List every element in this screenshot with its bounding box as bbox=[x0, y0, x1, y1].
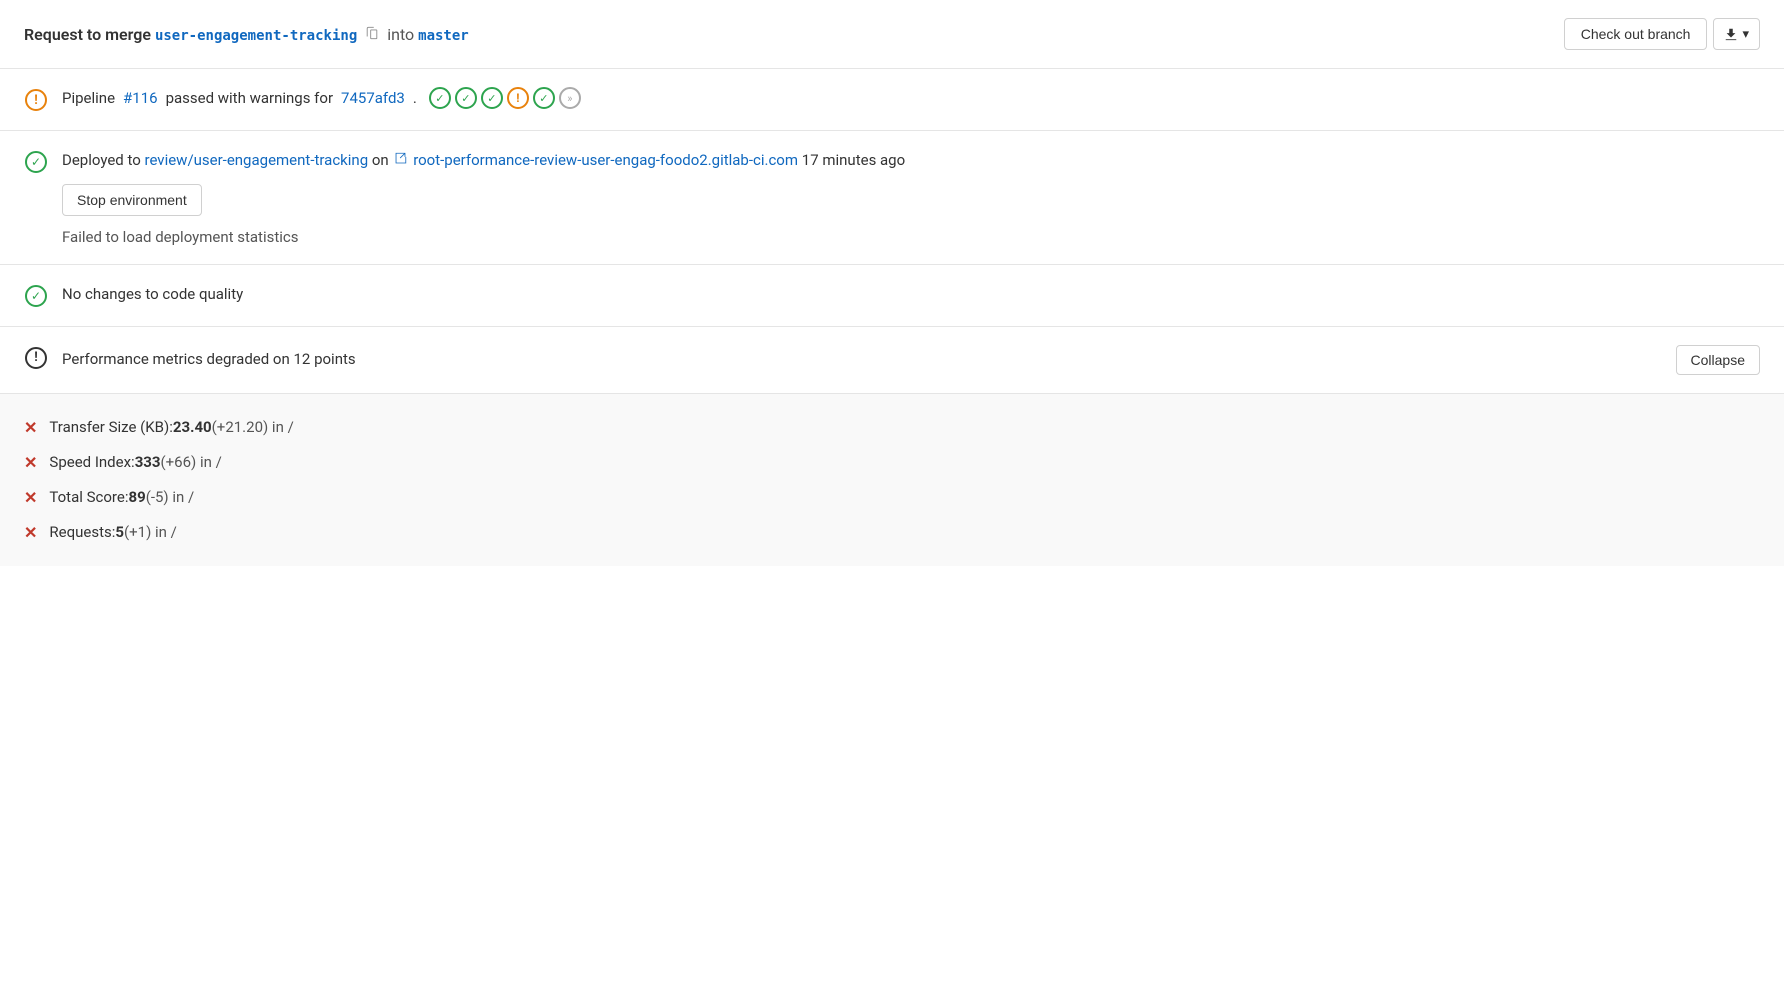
commit-link[interactable]: 7457afd3 bbox=[341, 89, 405, 107]
metric-x-icon-3: ✕ bbox=[24, 488, 37, 507]
copy-icon[interactable] bbox=[365, 26, 379, 40]
deploy-check-icon: ✓ bbox=[24, 150, 48, 174]
pipeline-prefix: Pipeline bbox=[62, 89, 115, 107]
pipeline-row: ! Pipeline #116 passed with warnings for… bbox=[24, 87, 1760, 112]
performance-content: Performance metrics degraded on 12 point… bbox=[62, 345, 1760, 375]
metric-row-score: ✕ Total Score:89(-5) in / bbox=[24, 480, 1760, 515]
pipeline-warn-icon: ! bbox=[24, 88, 48, 112]
metric-label-2: Speed Index:333(+66) in / bbox=[49, 453, 221, 471]
failed-text: Failed to load deployment statistics bbox=[62, 228, 1760, 246]
pipeline-middle: passed with warnings for bbox=[166, 89, 333, 107]
pipeline-section: ! Pipeline #116 passed with warnings for… bbox=[0, 69, 1784, 131]
stop-env-wrapper: Stop environment bbox=[62, 172, 1760, 216]
metric-row-speed: ✕ Speed Index:333(+66) in / bbox=[24, 445, 1760, 480]
pipeline-icon-3[interactable]: ✓ bbox=[481, 87, 503, 109]
pipeline-suffix: . bbox=[413, 89, 417, 107]
external-link-icon bbox=[394, 152, 407, 165]
metric-row-transfer: ✕ Transfer Size (KB):23.40(+21.20) in / bbox=[24, 410, 1760, 445]
code-quality-content: No changes to code quality bbox=[62, 283, 1760, 306]
into-text: into bbox=[387, 25, 414, 44]
deploy-url-link[interactable]: root-performance-review-user-engag-foodo… bbox=[413, 151, 798, 169]
merge-prefix: Request to merge bbox=[24, 25, 151, 44]
metrics-section: ✕ Transfer Size (KB):23.40(+21.20) in / … bbox=[0, 394, 1784, 566]
download-icon bbox=[1724, 27, 1738, 41]
page-wrapper: Request to merge user-engagement-trackin… bbox=[0, 0, 1784, 566]
pipeline-icon-2[interactable]: ✓ bbox=[455, 87, 477, 109]
checkout-button[interactable]: Check out branch bbox=[1564, 18, 1708, 50]
performance-icon: ! bbox=[24, 346, 48, 370]
deploy-time: 17 minutes ago bbox=[802, 151, 905, 169]
performance-section: ! Performance metrics degraded on 12 poi… bbox=[0, 327, 1784, 394]
collapse-button[interactable]: Collapse bbox=[1676, 345, 1760, 375]
dropdown-arrow: ▾ bbox=[1742, 26, 1749, 42]
pipeline-icon-1[interactable]: ✓ bbox=[429, 87, 451, 109]
deploy-section: ✓ Deployed to review/user-engagement-tra… bbox=[0, 131, 1784, 265]
deploy-prefix: Deployed to bbox=[62, 151, 141, 169]
stop-environment-button[interactable]: Stop environment bbox=[62, 184, 202, 216]
pipeline-icon-5[interactable]: ✓ bbox=[533, 87, 555, 109]
metric-x-icon-1: ✕ bbox=[24, 418, 37, 437]
pipeline-status-icons: ✓ ✓ ✓ ! ✓ » bbox=[429, 87, 581, 109]
metric-label-4: Requests:5(+1) in / bbox=[49, 523, 176, 541]
dropdown-button[interactable]: ▾ bbox=[1713, 18, 1760, 50]
metric-label-1: Transfer Size (KB):23.40(+21.20) in / bbox=[49, 418, 293, 436]
code-quality-row: ✓ No changes to code quality bbox=[24, 283, 1760, 308]
metric-x-icon-4: ✕ bbox=[24, 523, 37, 542]
code-quality-section: ✓ No changes to code quality bbox=[0, 265, 1784, 327]
code-quality-icon: ✓ bbox=[24, 284, 48, 308]
pipeline-icon-4[interactable]: ! bbox=[507, 87, 529, 109]
performance-row: ! Performance metrics degraded on 12 poi… bbox=[24, 345, 1760, 375]
pipeline-icon-6[interactable]: » bbox=[559, 87, 581, 109]
metric-row-requests: ✕ Requests:5(+1) in / bbox=[24, 515, 1760, 550]
merge-header: Request to merge user-engagement-trackin… bbox=[0, 0, 1784, 69]
deploy-env-link[interactable]: review/user-engagement-tracking bbox=[145, 151, 369, 169]
master-link[interactable]: master bbox=[418, 28, 469, 44]
deploy-content: Deployed to review/user-engagement-track… bbox=[62, 149, 1760, 246]
pipeline-number-link[interactable]: #116 bbox=[123, 89, 158, 107]
pipeline-content: Pipeline #116 passed with warnings for 7… bbox=[62, 87, 1760, 109]
merge-title: Request to merge user-engagement-trackin… bbox=[24, 25, 469, 44]
code-quality-text: No changes to code quality bbox=[62, 285, 243, 303]
deploy-row: ✓ Deployed to review/user-engagement-tra… bbox=[24, 149, 1760, 246]
performance-text: Performance metrics degraded on 12 point… bbox=[62, 348, 356, 371]
deploy-on: on bbox=[372, 151, 389, 169]
header-actions: Check out branch ▾ bbox=[1564, 18, 1760, 50]
metric-label-3: Total Score:89(-5) in / bbox=[49, 488, 194, 506]
pipeline-text-row: Pipeline #116 passed with warnings for 7… bbox=[62, 87, 1760, 109]
branch-link[interactable]: user-engagement-tracking bbox=[155, 28, 357, 44]
perf-header-row: Performance metrics degraded on 12 point… bbox=[62, 345, 1760, 375]
metric-x-icon-2: ✕ bbox=[24, 453, 37, 472]
deploy-text: Deployed to review/user-engagement-track… bbox=[62, 149, 1760, 172]
